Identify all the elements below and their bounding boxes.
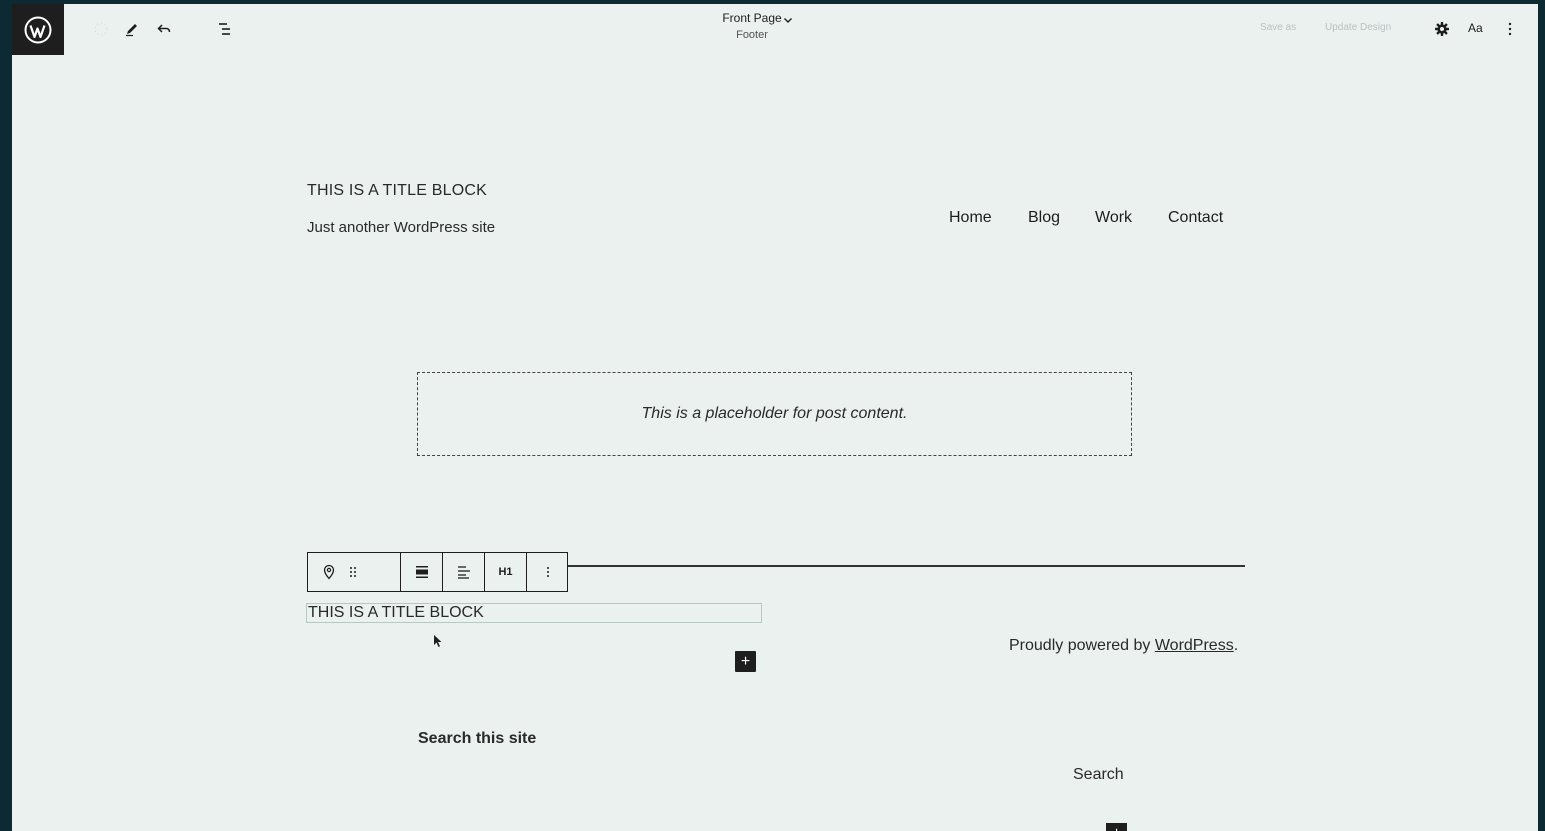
add-block-button[interactable]: + bbox=[735, 651, 756, 672]
nav-item-blog[interactable]: Blog bbox=[1028, 209, 1060, 227]
nav-item-home[interactable]: Home bbox=[949, 209, 992, 227]
editor-canvas: Front Page Footer Save as Update Design … bbox=[12, 4, 1538, 831]
search-label[interactable]: Search bbox=[1073, 766, 1124, 784]
more-options-icon[interactable] bbox=[1497, 16, 1523, 42]
placeholder-text: This is a placeholder for post content. bbox=[641, 405, 908, 422]
site-tagline[interactable]: Just another WordPress site bbox=[307, 219, 495, 236]
edit-pencil-icon[interactable] bbox=[119, 16, 145, 42]
save-draft-button[interactable]: Save as bbox=[1260, 22, 1296, 33]
block-options-icon[interactable] bbox=[527, 553, 568, 591]
update-design-button[interactable]: Update Design bbox=[1325, 22, 1391, 33]
document-subtitle: Footer bbox=[736, 29, 768, 41]
powered-by-text: Proudly powered by WordPress. bbox=[1009, 637, 1238, 655]
site-title[interactable]: THIS IS A TITLE BLOCK bbox=[307, 182, 487, 200]
chevron-down-icon[interactable] bbox=[783, 15, 793, 25]
add-block-button-lower[interactable]: + bbox=[1106, 823, 1127, 831]
editor-top-toolbar: Front Page Footer Save as Update Design … bbox=[12, 4, 1538, 56]
block-toolbar: H1 bbox=[307, 552, 568, 592]
nav-item-work[interactable]: Work bbox=[1095, 209, 1132, 227]
wordpress-link[interactable]: WordPress bbox=[1155, 637, 1234, 654]
undo-icon[interactable] bbox=[151, 16, 177, 42]
align-full-icon[interactable] bbox=[401, 553, 442, 591]
footer-title-block-editing[interactable]: THIS IS A TITLE BLOCK bbox=[306, 603, 762, 623]
list-view-icon[interactable] bbox=[212, 16, 238, 42]
drag-handle-icon[interactable] bbox=[344, 553, 362, 591]
powered-suffix: . bbox=[1233, 637, 1239, 654]
document-title: Front Page bbox=[722, 11, 782, 25]
powered-prefix: Proudly powered by bbox=[1009, 637, 1155, 654]
search-heading[interactable]: Search this site bbox=[418, 730, 536, 748]
block-inserter-icon[interactable] bbox=[88, 16, 114, 42]
align-text-left-icon[interactable] bbox=[443, 553, 484, 591]
location-pin-icon[interactable] bbox=[316, 553, 342, 591]
separator-line bbox=[568, 565, 1245, 567]
wordpress-icon bbox=[24, 16, 52, 43]
nav-item-contact[interactable]: Contact bbox=[1168, 209, 1223, 227]
wordpress-logo-button[interactable] bbox=[12, 4, 64, 55]
settings-gear-icon[interactable] bbox=[1429, 16, 1455, 42]
post-content-placeholder[interactable]: This is a placeholder for post content. bbox=[417, 372, 1132, 456]
typography-button[interactable]: Aa bbox=[1468, 21, 1483, 35]
heading-level-label: H1 bbox=[498, 566, 513, 578]
mouse-cursor-icon bbox=[434, 635, 442, 647]
heading-level-button[interactable]: H1 bbox=[485, 553, 526, 591]
document-title-bar[interactable]: Front Page Footer bbox=[692, 11, 812, 41]
